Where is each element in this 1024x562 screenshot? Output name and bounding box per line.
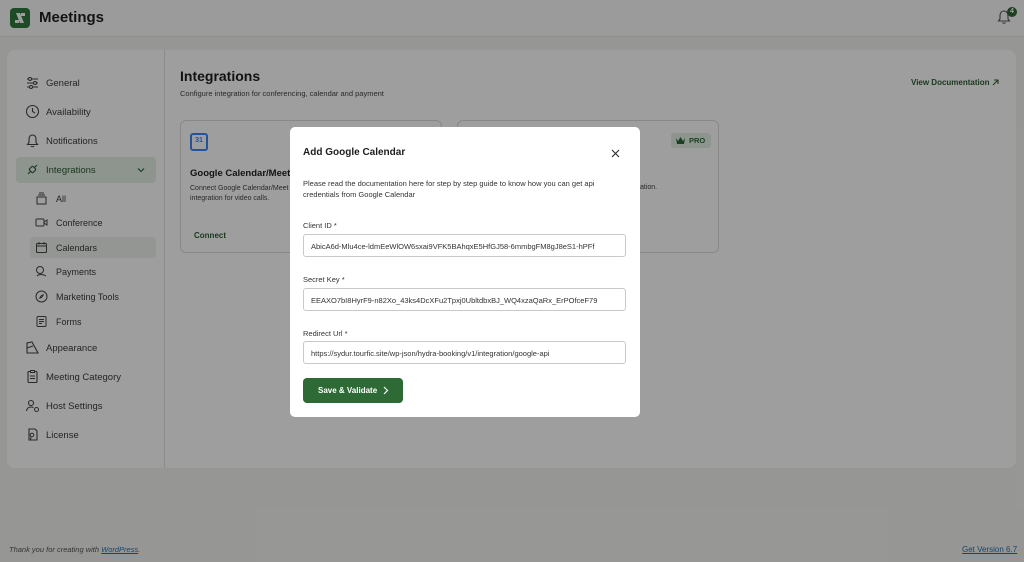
chevron-right-icon — [383, 386, 389, 395]
secret-key-field[interactable]: EEAXO7bI8HyrF9-n82Xo_43ks4DcXFu2Tpxj0Ubl… — [303, 288, 626, 311]
modal-title: Add Google Calendar — [303, 147, 406, 158]
client-id-label: Client ID * — [303, 221, 337, 230]
modal-description: Please read the documentation here for s… — [303, 179, 595, 199]
add-google-calendar-modal: Add Google Calendar Please read the docu… — [290, 127, 640, 417]
redirect-url-label: Redirect Url * — [303, 329, 348, 338]
close-icon[interactable] — [610, 148, 621, 159]
save-validate-button[interactable]: Save & Validate — [303, 378, 403, 403]
redirect-url-field[interactable]: https://sydur.tourfic.site/wp-json/hydra… — [303, 341, 626, 364]
client-id-field[interactable]: AbicA6d-Mlu4ce-ldmEeWlOW6sxai9VFK5BAhqxE… — [303, 234, 626, 257]
secret-key-label: Secret Key * — [303, 275, 345, 284]
